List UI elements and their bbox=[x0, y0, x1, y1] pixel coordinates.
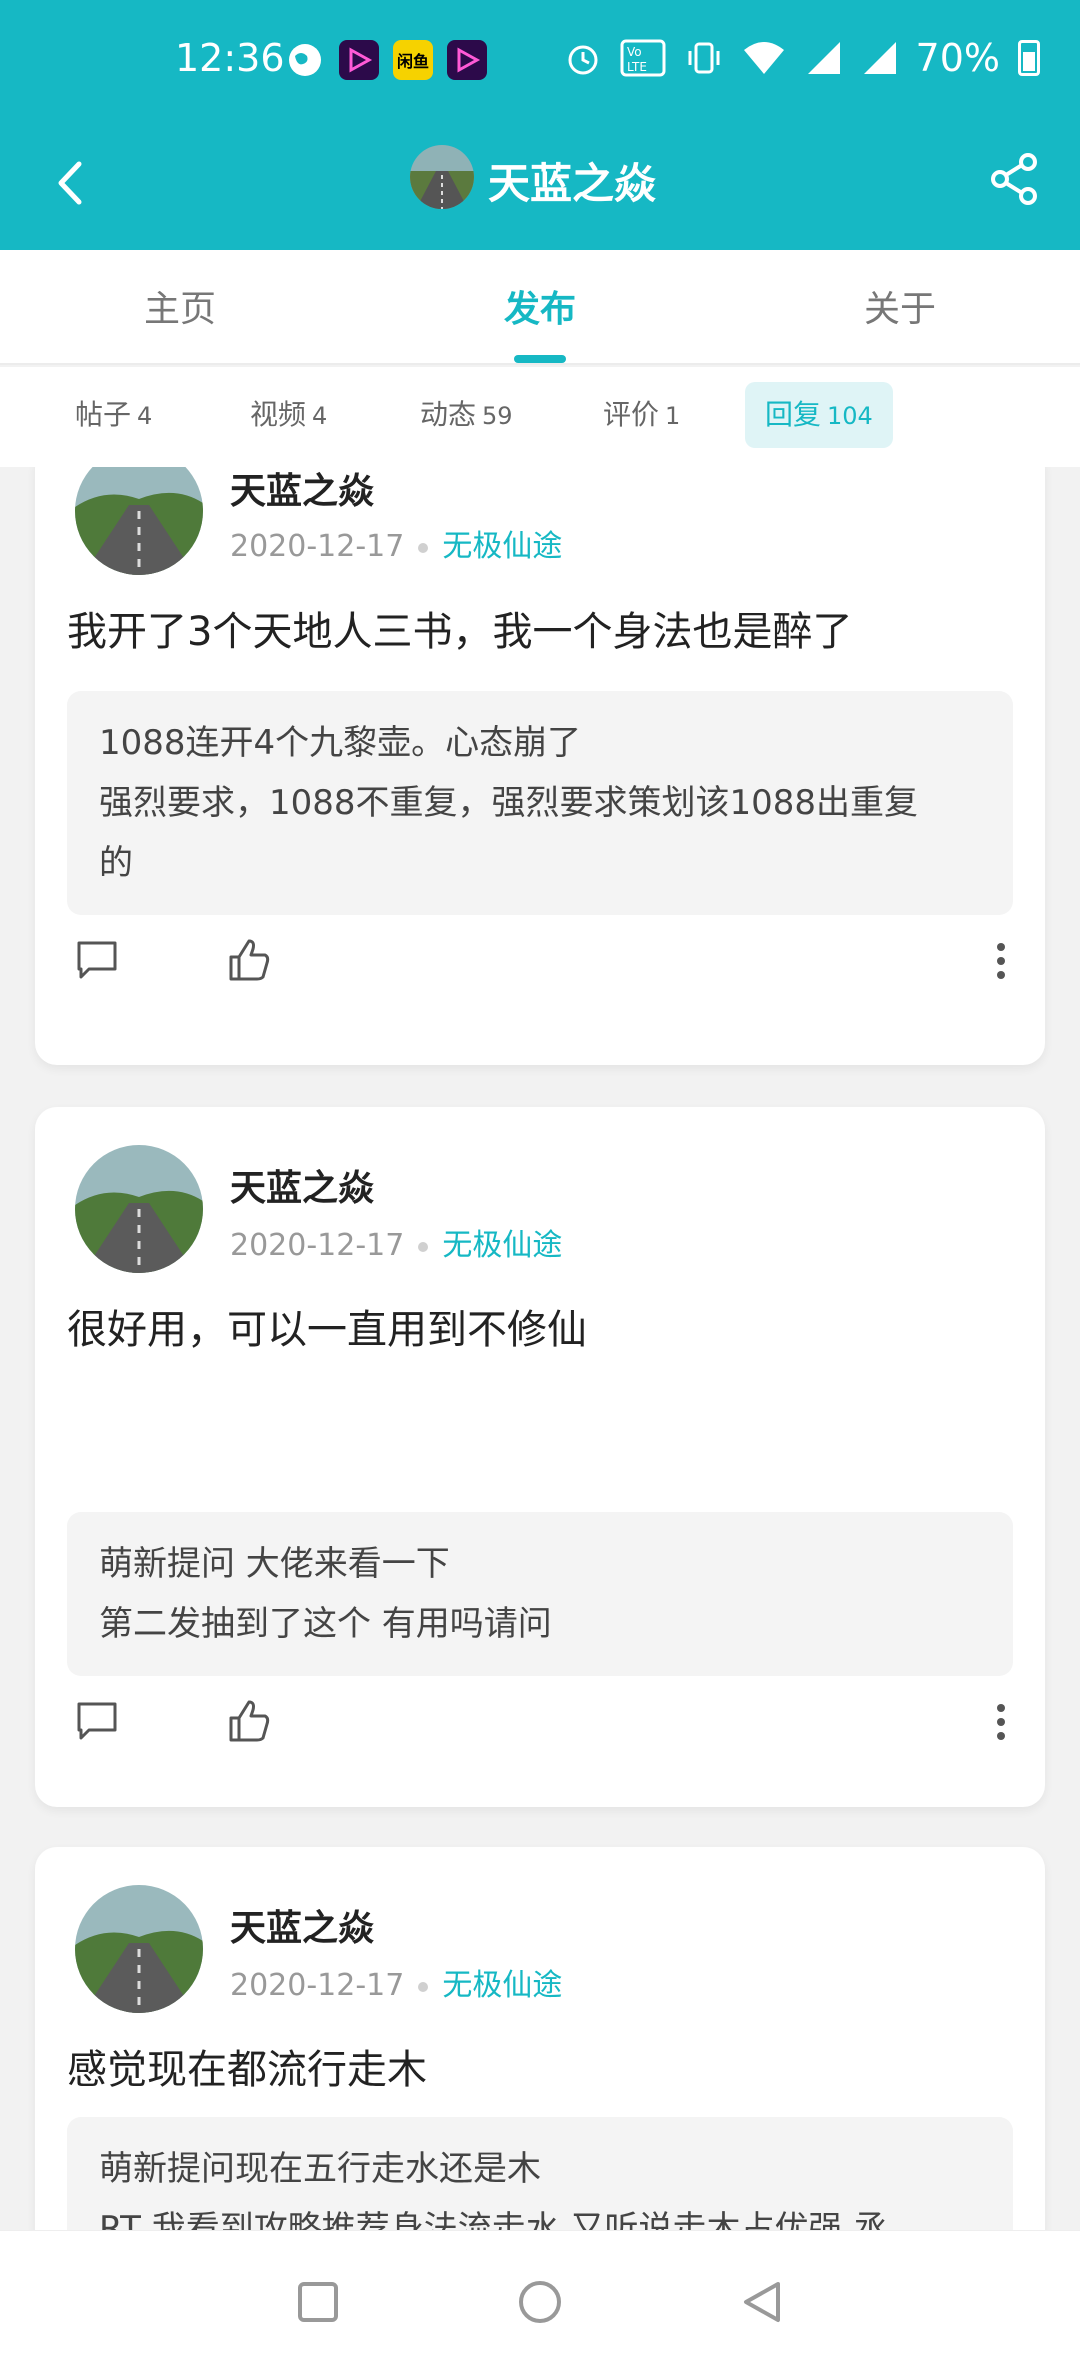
vibrate-icon bbox=[688, 42, 720, 74]
post-meta: 2020-12-17 无极仙途 bbox=[230, 521, 562, 565]
share-button[interactable] bbox=[980, 144, 1050, 214]
game-link[interactable]: 无极仙途 bbox=[442, 529, 562, 564]
status-bar: 12:36 闲鱼 Vo LTE 70% bbox=[0, 0, 1080, 120]
avatar[interactable] bbox=[75, 467, 203, 575]
game-link[interactable]: 无极仙途 bbox=[442, 1968, 562, 2003]
battery-percent: 70% bbox=[915, 36, 1000, 80]
back-button[interactable] bbox=[36, 148, 106, 218]
signal-icon bbox=[863, 42, 896, 74]
active-tab-indicator bbox=[514, 355, 566, 363]
thumbs-up-icon bbox=[229, 939, 270, 981]
post-meta: 2020-12-17 无极仙途 bbox=[230, 1220, 562, 1264]
author-name[interactable]: 天蓝之焱 bbox=[230, 1159, 374, 1211]
like-button[interactable] bbox=[219, 1692, 279, 1752]
notification-icons: 闲鱼 bbox=[285, 40, 487, 80]
avatar[interactable] bbox=[75, 1885, 203, 2013]
subtab-reviews[interactable]: 评价 1 bbox=[583, 382, 700, 448]
home-button[interactable] bbox=[505, 2267, 575, 2337]
quoted-post[interactable]: 萌新提问 大佬来看一下 第二发抽到了这个 有用吗请问 bbox=[67, 1512, 1013, 1676]
post-date: 2020-12-17 bbox=[230, 1228, 405, 1263]
more-icon bbox=[997, 957, 1005, 965]
system-nav-bar bbox=[0, 2230, 1080, 2376]
thumbs-up-icon bbox=[229, 1700, 270, 1742]
alarm-icon bbox=[568, 45, 598, 75]
reply-feed: 天蓝之焱 2020-12-17 无极仙途 我开了3个天地人三书，我一个身法也是醉了… bbox=[0, 467, 1080, 2230]
subtab-videos[interactable]: 视频 4 bbox=[230, 382, 347, 448]
more-icon bbox=[997, 1718, 1005, 1726]
author-name[interactable]: 天蓝之焱 bbox=[230, 467, 374, 514]
back-nav-button[interactable] bbox=[727, 2267, 797, 2337]
recents-button[interactable] bbox=[283, 2267, 353, 2337]
more-options-button[interactable] bbox=[991, 931, 1011, 991]
circle-icon bbox=[519, 2281, 561, 2323]
globe-icon bbox=[285, 40, 325, 80]
app-header: 天蓝之焱 bbox=[0, 120, 1080, 250]
reply-content: 很好用，可以一直用到不修仙 bbox=[67, 1307, 587, 1353]
app-icon: 闲鱼 bbox=[393, 40, 433, 80]
signal-icon bbox=[807, 42, 840, 74]
square-icon bbox=[298, 2282, 338, 2322]
top-bar: 12:36 闲鱼 Vo LTE 70% 天蓝之焱 bbox=[0, 0, 1080, 250]
quoted-post[interactable]: 萌新提问现在五行走水还是木 RT 我看到攻略推荐身法流走水 又听说走木占优强 丞 bbox=[67, 2117, 1013, 2230]
quoted-post[interactable]: 1088连开4个九黎壶。心态崩了 强烈要求，1088不重复，强烈要求策划该108… bbox=[67, 691, 1013, 915]
comment-button[interactable] bbox=[67, 931, 127, 991]
tab-about[interactable]: 关于 bbox=[800, 280, 1000, 332]
share-icon bbox=[991, 153, 1037, 205]
profile-tabs: 主页 发布 关于 bbox=[0, 250, 1080, 365]
app-icon bbox=[447, 40, 487, 80]
post-date: 2020-12-17 bbox=[230, 529, 405, 564]
like-button[interactable] bbox=[219, 931, 279, 991]
author-name[interactable]: 天蓝之焱 bbox=[230, 1899, 374, 1951]
volte-icon: VoLTE bbox=[620, 39, 666, 77]
subtab-moments[interactable]: 动态 59 bbox=[400, 382, 533, 448]
triangle-back-icon bbox=[744, 2282, 780, 2322]
svg-text:Vo: Vo bbox=[627, 45, 642, 59]
app-icon bbox=[339, 40, 379, 80]
more-options-button[interactable] bbox=[991, 1692, 1011, 1752]
wifi-icon bbox=[743, 42, 784, 74]
tab-publish[interactable]: 发布 bbox=[440, 280, 640, 332]
reply-content: 感觉现在都流行走木 bbox=[67, 2047, 427, 2093]
page-title: 天蓝之焱 bbox=[488, 159, 657, 208]
comment-icon bbox=[77, 941, 117, 979]
comment-button[interactable] bbox=[67, 1692, 127, 1752]
reply-card[interactable]: 天蓝之焱 2020-12-17 无极仙途 感觉现在都流行走木 萌新提问现在五行走水… bbox=[35, 1847, 1045, 2230]
battery-icon bbox=[1018, 40, 1040, 76]
chevron-left-icon bbox=[58, 161, 82, 205]
avatar[interactable] bbox=[75, 1145, 203, 1273]
svg-text:LTE: LTE bbox=[627, 60, 647, 74]
reply-card[interactable]: 天蓝之焱 2020-12-17 无极仙途 很好用，可以一直用到不修仙 萌新提问 大… bbox=[35, 1107, 1045, 1807]
reply-content: 我开了3个天地人三书，我一个身法也是醉了 bbox=[67, 609, 853, 655]
subtab-posts[interactable]: 帖子 4 bbox=[55, 382, 172, 448]
post-meta: 2020-12-17 无极仙途 bbox=[230, 1960, 562, 2004]
subtab-replies[interactable]: 回复 104 bbox=[745, 382, 893, 448]
publish-subtabs: 帖子 4 视频 4 动态 59 评价 1 回复 104 bbox=[0, 367, 1080, 467]
tab-home[interactable]: 主页 bbox=[80, 280, 280, 332]
game-link[interactable]: 无极仙途 bbox=[442, 1228, 562, 1263]
status-time: 12:36 bbox=[175, 36, 285, 80]
reply-card[interactable]: 天蓝之焱 2020-12-17 无极仙途 我开了3个天地人三书，我一个身法也是醉了… bbox=[35, 467, 1045, 1065]
comment-icon bbox=[77, 1702, 117, 1740]
avatar[interactable] bbox=[410, 145, 474, 209]
system-icons: Vo LTE 70% bbox=[564, 36, 1040, 80]
post-date: 2020-12-17 bbox=[230, 1968, 405, 2003]
